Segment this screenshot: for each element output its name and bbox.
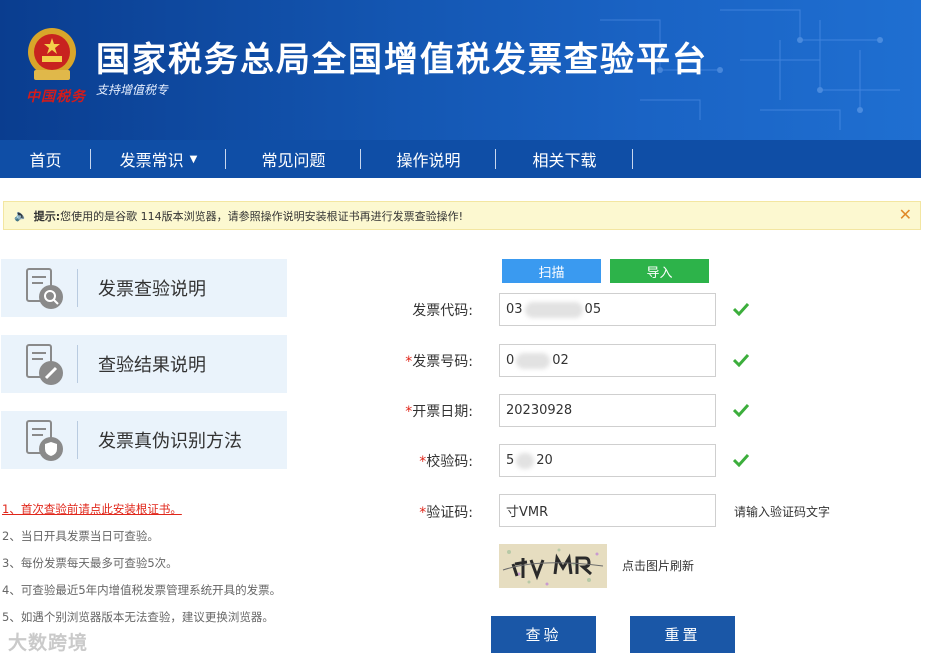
issue-date-field[interactable]: 20230928 bbox=[499, 394, 716, 427]
nav-item-instructions[interactable]: 操作说明 bbox=[361, 140, 496, 178]
site-header: 中国税务 国家税务总局全国增值税发票查验平台 支持增值税专 首页 发票常识 ▼ … bbox=[0, 0, 921, 178]
redacted-mask bbox=[516, 452, 535, 469]
check-icon bbox=[733, 353, 749, 367]
alert-prefix: 提示: bbox=[33, 209, 61, 223]
install-cert-link[interactable]: 1、首次查验前请点此安装根证书。 bbox=[2, 502, 182, 516]
invoice-number-label: *发票号码: bbox=[405, 354, 473, 370]
invoice-number-field[interactable]: 0 02 bbox=[499, 344, 716, 377]
captcha-field[interactable]: 寸VMR bbox=[499, 494, 716, 527]
notes-list: 1、首次查验前请点此安装根证书。 2、当日开具发票当日可查验。 3、每份发票每天… bbox=[2, 496, 281, 631]
captcha-refresh-hint: 点击图片刷新 bbox=[622, 559, 695, 573]
issue-date-label: *开票日期: bbox=[405, 404, 473, 420]
nav-label: 首页 bbox=[29, 151, 62, 170]
nav-item-home[interactable]: 首页 bbox=[0, 140, 91, 178]
tile-label: 查验结果说明 bbox=[98, 355, 206, 376]
close-icon[interactable]: ✕ bbox=[899, 205, 912, 224]
tile-label: 发票真伪识别方法 bbox=[98, 431, 242, 452]
captcha-hint: 请输入验证码文字 bbox=[734, 505, 831, 519]
chevron-down-icon: ▼ bbox=[189, 153, 198, 165]
check-icon bbox=[733, 453, 749, 467]
main-nav: 首页 发票常识 ▼ 常见问题 操作说明 相关下载 bbox=[0, 140, 921, 178]
verify-button[interactable]: 查验 bbox=[491, 616, 596, 653]
redacted-mask bbox=[524, 301, 583, 318]
import-button[interactable]: 导入 bbox=[610, 259, 709, 283]
check-code-label: *校验码: bbox=[419, 454, 473, 470]
nav-item-invoice-knowledge[interactable]: 发票常识 ▼ bbox=[91, 140, 226, 178]
note-item: 3、每份发票每天最多可查验5次。 bbox=[2, 556, 178, 570]
document-shield-icon bbox=[26, 420, 63, 461]
nav-item-downloads[interactable]: 相关下载 bbox=[496, 140, 633, 178]
document-edit-icon bbox=[26, 344, 63, 385]
nav-label: 常见问题 bbox=[261, 151, 326, 170]
captcha-image[interactable] bbox=[499, 544, 607, 588]
invoice-code-label: 发票代码: bbox=[412, 303, 473, 319]
nav-label: 相关下载 bbox=[532, 151, 597, 170]
check-code-field[interactable]: 5 20 bbox=[499, 444, 716, 477]
captcha-label: *验证码: bbox=[419, 505, 473, 521]
speaker-icon: 🔈 bbox=[14, 209, 28, 222]
scan-button[interactable]: 扫描 bbox=[502, 259, 601, 283]
nav-item-faq[interactable]: 常见问题 bbox=[226, 140, 361, 178]
nav-label: 发票常识 bbox=[119, 151, 184, 170]
seal-logo-text: 中国税务 bbox=[26, 89, 86, 105]
nav-label: 操作说明 bbox=[396, 151, 461, 170]
note-item: 5、如遇个别浏览器版本无法查验，建议更换浏览器。 bbox=[2, 610, 274, 624]
check-icon bbox=[733, 302, 749, 316]
invoice-code-field[interactable]: 03 05 bbox=[499, 293, 716, 326]
redacted-mask bbox=[516, 352, 551, 369]
tile-authenticity-method[interactable]: 发票真伪识别方法 bbox=[1, 411, 287, 469]
browser-alert: 🔈 提示: 您使用的是谷歌 114版本浏览器，请参照操作说明安装根证书再进行发票… bbox=[3, 201, 921, 230]
national-emblem-icon bbox=[28, 28, 76, 80]
tile-invoice-check-guide[interactable]: 发票查验说明 bbox=[1, 259, 287, 317]
note-item: 4、可查验最近5年内增值税发票管理系统开具的发票。 bbox=[2, 583, 282, 597]
watermark: 大数跨境 bbox=[8, 632, 89, 654]
check-icon bbox=[733, 403, 749, 417]
site-title: 国家税务总局全国增值税发票查验平台 bbox=[96, 40, 708, 80]
document-search-icon bbox=[26, 268, 63, 309]
note-item: 2、当日开具发票当日可查验。 bbox=[2, 529, 159, 543]
tile-check-result-guide[interactable]: 查验结果说明 bbox=[1, 335, 287, 393]
site-subtitle: 支持增值税专 bbox=[96, 83, 169, 97]
tile-label: 发票查验说明 bbox=[98, 279, 206, 300]
alert-message: 您使用的是谷歌 114版本浏览器，请参照操作说明安装根证书再进行发票查验操作! bbox=[60, 209, 464, 223]
install-cert-note: 1、首次查验前请点此安装根证书。 bbox=[2, 496, 281, 523]
reset-button[interactable]: 重置 bbox=[630, 616, 735, 653]
